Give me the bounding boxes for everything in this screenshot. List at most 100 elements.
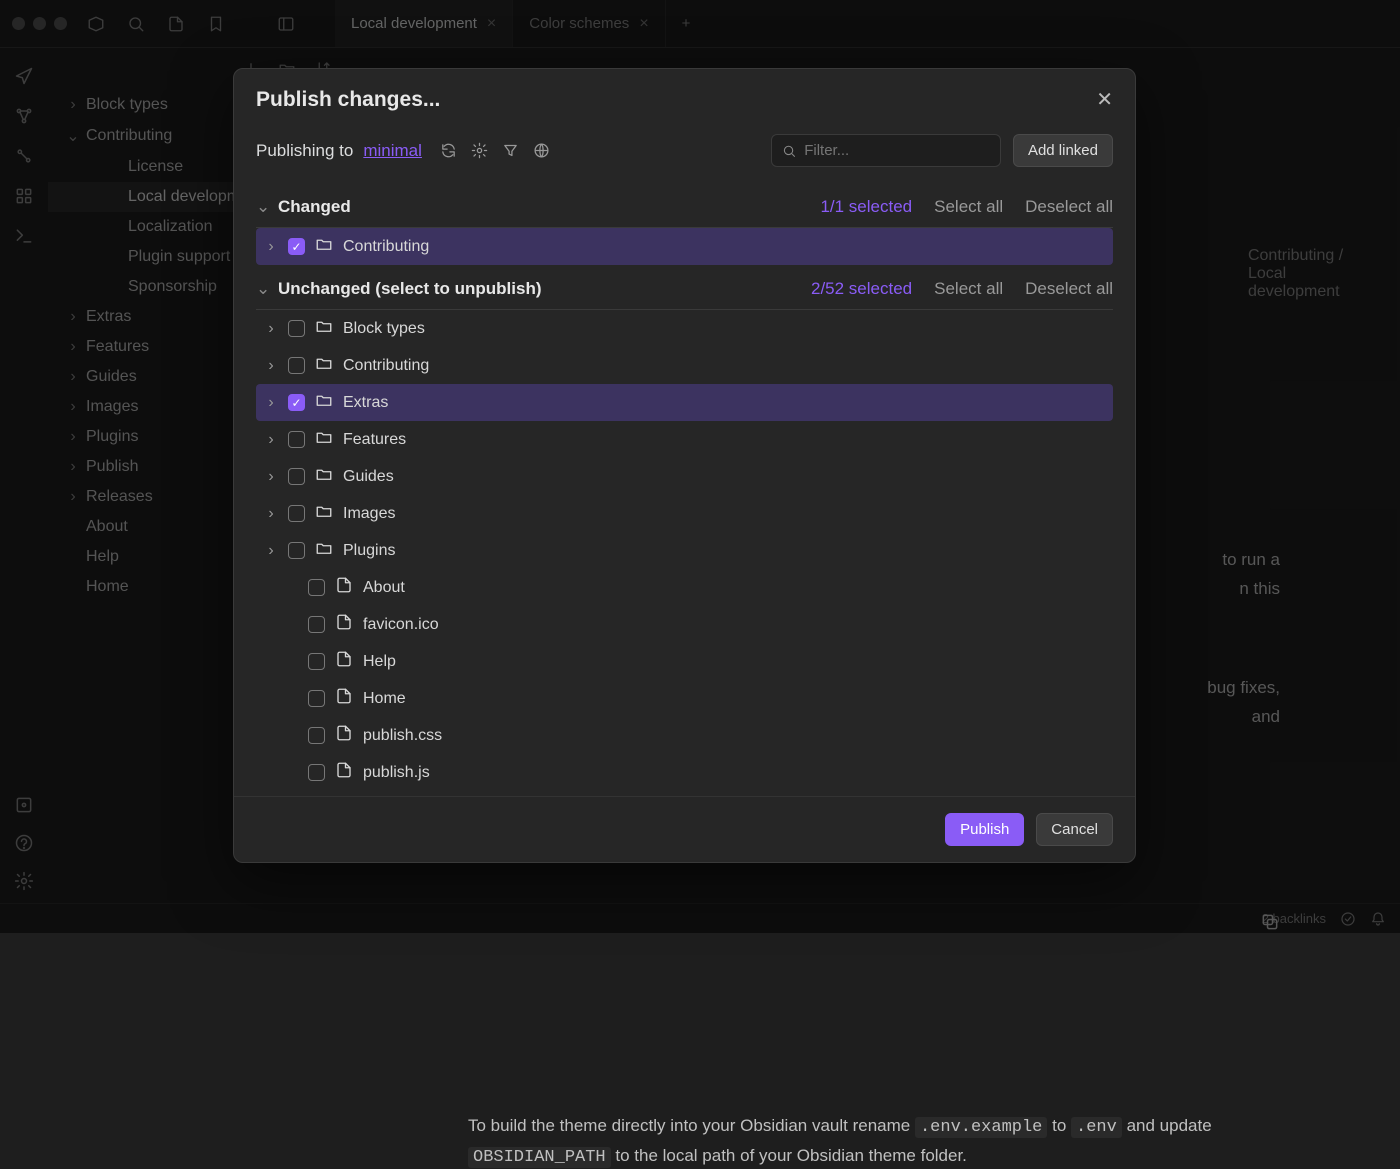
code-inline: .env.example: [915, 1117, 1047, 1138]
tree-row[interactable]: › Extras: [256, 384, 1113, 421]
tree-row[interactable]: › Guides: [256, 458, 1113, 495]
tree-row[interactable]: publish.js: [256, 754, 1113, 791]
selection-count: 2/52 selected: [811, 279, 912, 299]
gear-icon[interactable]: [471, 142, 488, 159]
globe-icon[interactable]: [533, 142, 550, 159]
text-fragment: to: [1052, 1116, 1071, 1135]
file-icon: [335, 613, 353, 636]
checkbox[interactable]: [288, 394, 305, 411]
tree-row-label: Images: [343, 505, 395, 523]
tree-row-label: publish.css: [363, 727, 442, 745]
text-fragment: To build the theme directly into your Ob…: [468, 1116, 915, 1135]
publish-button[interactable]: Publish: [945, 813, 1024, 846]
folder-icon: [315, 428, 333, 451]
tree-row[interactable]: Help: [256, 643, 1113, 680]
deselect-all-link[interactable]: Deselect all: [1025, 197, 1113, 217]
tree-row[interactable]: › Block types: [256, 310, 1113, 347]
modal-body: ⌄ Changed 1/1 selected Select all Desele…: [234, 183, 1135, 796]
folder-icon: [315, 465, 333, 488]
chevron-right-icon: ›: [264, 468, 278, 486]
unchanged-section-header[interactable]: ⌄ Unchanged (select to unpublish) 2/52 s…: [256, 265, 1113, 310]
chevron-down-icon: ⌄: [256, 197, 270, 217]
tree-row[interactable]: favicon.ico: [256, 606, 1113, 643]
site-link[interactable]: minimal: [363, 141, 422, 161]
tree-row-label: Features: [343, 431, 406, 449]
tree-row[interactable]: ›Contributing: [256, 228, 1113, 265]
filter-input[interactable]: [804, 142, 990, 159]
tree-row[interactable]: About: [256, 569, 1113, 606]
code-inline: .env: [1071, 1117, 1122, 1138]
checkbox[interactable]: [288, 431, 305, 448]
tree-row-label: publish.js: [363, 764, 430, 782]
checkbox[interactable]: [308, 727, 325, 744]
select-all-link[interactable]: Select all: [934, 279, 1003, 299]
folder-icon: [315, 539, 333, 562]
filter-icon[interactable]: [502, 142, 519, 159]
checkbox[interactable]: [288, 357, 305, 374]
checkbox[interactable]: [288, 238, 305, 255]
filter-input-wrapper[interactable]: [771, 134, 1001, 167]
folder-icon: [315, 354, 333, 377]
tree-row-label: Contributing: [343, 238, 429, 256]
tree-row-label: Plugins: [343, 542, 395, 560]
checkbox[interactable]: [308, 653, 325, 670]
close-icon[interactable]: ✕: [1096, 87, 1113, 112]
tree-row[interactable]: › Contributing: [256, 347, 1113, 384]
tree-row-label: Help: [363, 653, 396, 671]
tree-row-label: Home: [363, 690, 406, 708]
changed-section-header[interactable]: ⌄ Changed 1/1 selected Select all Desele…: [256, 183, 1113, 228]
section-title: Unchanged (select to unpublish): [278, 279, 542, 299]
tree-row[interactable]: publish.css: [256, 717, 1113, 754]
refresh-icon[interactable]: [440, 142, 457, 159]
tree-row[interactable]: › Features: [256, 421, 1113, 458]
file-icon: [335, 650, 353, 673]
publishing-to-label: Publishing to: [256, 141, 353, 161]
chevron-right-icon: ›: [264, 505, 278, 523]
chevron-right-icon: ›: [264, 394, 278, 412]
text-fragment: to the local path of your Obsidian theme…: [615, 1146, 967, 1165]
tree-row[interactable]: › Images: [256, 495, 1113, 532]
search-icon: [782, 143, 796, 159]
tree-row[interactable]: › Plugins: [256, 532, 1113, 569]
checkbox[interactable]: [308, 579, 325, 596]
tree-row-label: Block types: [343, 320, 425, 338]
file-icon: [335, 687, 353, 710]
tree-row-label: Contributing: [343, 357, 429, 375]
code-inline: OBSIDIAN_PATH: [468, 1147, 611, 1168]
checkbox[interactable]: [308, 764, 325, 781]
publish-modal: Publish changes... ✕ Publishing to minim…: [233, 68, 1136, 863]
folder-icon: [315, 391, 333, 414]
section-title: Changed: [278, 197, 351, 217]
tree-row[interactable]: Home: [256, 680, 1113, 717]
tree-row-label: Extras: [343, 394, 388, 412]
chevron-right-icon: ›: [264, 320, 278, 338]
add-linked-button[interactable]: Add linked: [1013, 134, 1113, 167]
file-icon: [335, 576, 353, 599]
checkbox[interactable]: [288, 542, 305, 559]
select-all-link[interactable]: Select all: [934, 197, 1003, 217]
selection-count: 1/1 selected: [820, 197, 912, 217]
tree-row-label: About: [363, 579, 405, 597]
modal-header: Publish changes... ✕: [234, 69, 1135, 126]
modal-subheader: Publishing to minimal Add linked: [234, 126, 1135, 183]
file-icon: [335, 761, 353, 784]
cancel-button[interactable]: Cancel: [1036, 813, 1113, 846]
modal-title: Publish changes...: [256, 88, 440, 112]
modal-footer: Publish Cancel: [234, 796, 1135, 862]
folder-icon: [315, 235, 333, 258]
folder-icon: [315, 317, 333, 340]
checkbox[interactable]: [308, 690, 325, 707]
chevron-right-icon: ›: [264, 357, 278, 375]
checkbox[interactable]: [288, 505, 305, 522]
folder-icon: [315, 502, 333, 525]
text-fragment: and update: [1127, 1116, 1212, 1135]
checkbox[interactable]: [308, 616, 325, 633]
chevron-down-icon: ⌄: [256, 279, 270, 299]
deselect-all-link[interactable]: Deselect all: [1025, 279, 1113, 299]
tree-row-label: Guides: [343, 468, 394, 486]
checkbox[interactable]: [288, 468, 305, 485]
chevron-right-icon: ›: [264, 431, 278, 449]
checkbox[interactable]: [288, 320, 305, 337]
file-icon: [335, 724, 353, 747]
chevron-right-icon: ›: [264, 542, 278, 560]
